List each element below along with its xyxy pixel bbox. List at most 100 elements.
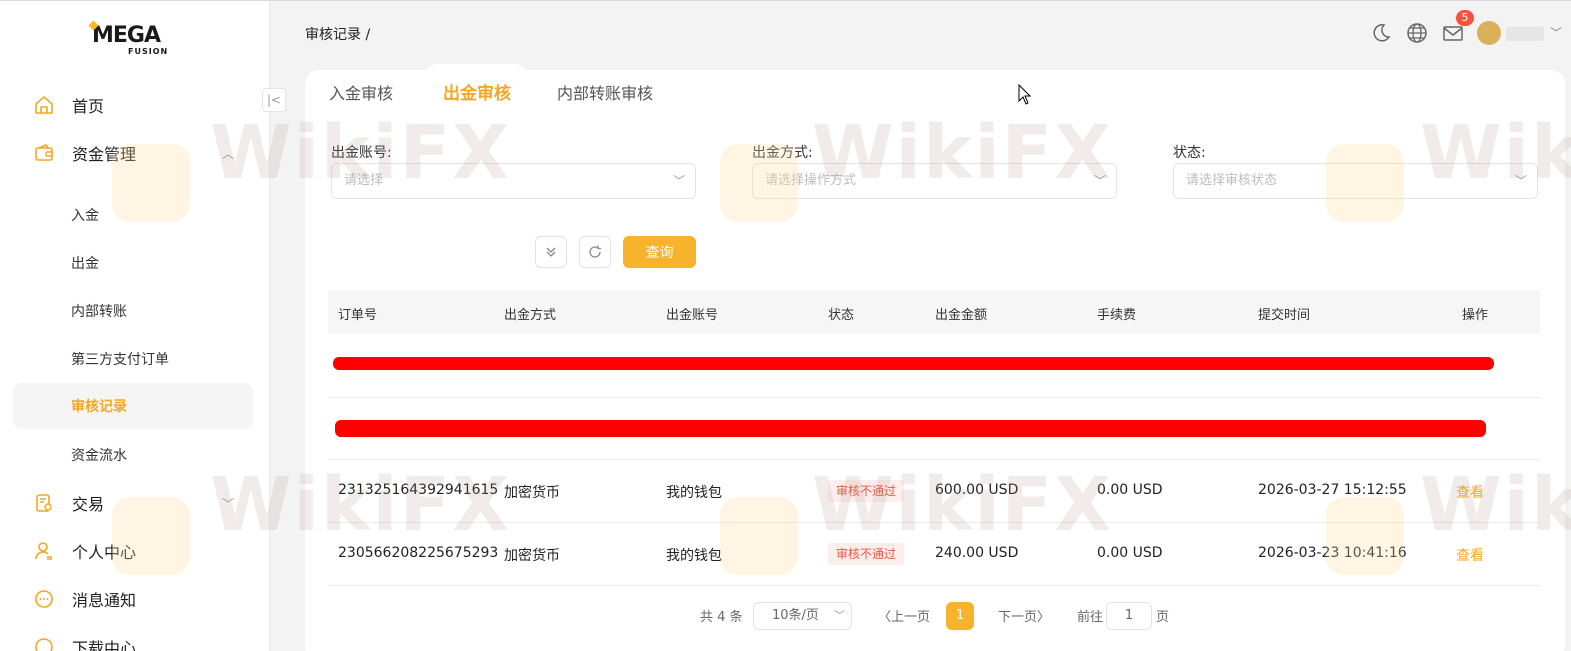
tab-withdraw-audit[interactable]: 出金审核 xyxy=(443,79,511,104)
nav-funds[interactable]: 资金管理 ︿ xyxy=(0,133,260,173)
logo: MEGA FUSION xyxy=(88,20,182,61)
nav-download-label: 下载中心 xyxy=(72,639,137,651)
account-label: 出金账号: xyxy=(331,145,392,161)
th-method: 出金方式 xyxy=(504,308,557,323)
chevron-up-icon: ︿ xyxy=(222,146,235,161)
chevron-down-icon: ﹀ xyxy=(834,609,845,622)
nav-home-label: 首页 xyxy=(72,97,105,116)
row-divider xyxy=(328,459,1540,460)
table-row-account: 我的钱包 xyxy=(666,485,722,501)
collapse-sidebar-button[interactable]: |< xyxy=(262,88,286,112)
method-label: 出金方式: xyxy=(752,145,813,161)
redacted-row xyxy=(335,420,1486,437)
table-row-time: 2026-03-23 10:41:16 xyxy=(1258,545,1407,561)
table-row-fee: 0.00 USD xyxy=(1097,545,1163,561)
page-1-button[interactable]: 1 xyxy=(946,602,974,630)
nav-messages-label: 消息通知 xyxy=(72,591,137,610)
table-row-method: 加密货币 xyxy=(504,548,560,564)
row-divider xyxy=(328,522,1540,523)
table-row-order: 231325164392941615 xyxy=(338,482,499,498)
logo-main: MEGA xyxy=(92,23,161,48)
nav-messages[interactable]: 消息通知 xyxy=(0,579,260,619)
th-time: 提交时间 xyxy=(1258,308,1311,323)
th-fee: 手续费 xyxy=(1097,308,1137,323)
table-row-amount: 600.00 USD xyxy=(935,482,1019,498)
status-placeholder: 请选择审核状态 xyxy=(1186,173,1278,188)
nav-home[interactable]: 首页 xyxy=(0,85,260,125)
tab-transfer-audit[interactable]: 内部转账审核 xyxy=(557,80,653,104)
sidebar-item-withdraw[interactable]: 出金 xyxy=(13,240,253,286)
view-link[interactable]: 查看 xyxy=(1456,545,1484,565)
table-row-amount: 240.00 USD xyxy=(935,545,1019,561)
next-page-button[interactable]: 下一页〉 xyxy=(998,606,1050,625)
status-select[interactable]: 请选择审核状态 ﹀ xyxy=(1173,163,1538,199)
avatar[interactable] xyxy=(1477,21,1501,45)
th-order: 订单号 xyxy=(338,308,378,323)
chevron-down-icon: ﹀ xyxy=(1093,174,1106,188)
status-badge: 审核不通过 xyxy=(828,480,905,502)
table-row-order: 230566208225675293 xyxy=(338,545,499,561)
pagination-total: 共 4 条 xyxy=(700,610,743,625)
page-unit-label: 页 xyxy=(1156,610,1170,625)
row-divider xyxy=(328,585,1540,586)
sidebar-item-third-party[interactable]: 第三方支付订单 xyxy=(13,336,253,382)
refresh-button[interactable] xyxy=(579,236,611,268)
prev-page-button[interactable]: 〈上一页 xyxy=(878,606,930,625)
method-select[interactable]: 请选择操作方式 ﹀ xyxy=(752,163,1117,199)
sidebar-item-audit[interactable]: 审核记录 xyxy=(13,383,253,429)
table-row-time: 2026-03-27 15:12:55 xyxy=(1258,482,1407,498)
row-divider xyxy=(328,397,1540,398)
status-label: 状态: xyxy=(1173,145,1206,161)
nav-trade[interactable]: 交易 ﹀ xyxy=(0,483,260,523)
trade-icon xyxy=(36,494,52,512)
home-icon xyxy=(35,96,53,114)
sidebar: MEGA FUSION 首页 资金管理 ︿ 入金 出金 内部转账 第三方支付订单… xyxy=(0,1,270,651)
status-badge: 审核不通过 xyxy=(828,543,905,565)
expand-filters-button[interactable] xyxy=(535,236,567,268)
refresh-icon xyxy=(589,245,601,258)
method-placeholder: 请选择操作方式 xyxy=(765,173,857,188)
page-size-select[interactable]: 10条/页 ﹀ xyxy=(753,602,852,630)
account-placeholder: 请选择 xyxy=(344,173,384,188)
username[interactable] xyxy=(1506,27,1544,41)
table-row-method: 加密货币 xyxy=(504,485,560,501)
goto-label: 前往 xyxy=(1077,610,1104,625)
nav-download[interactable]: 下载中心 xyxy=(0,627,260,651)
th-status: 状态 xyxy=(828,308,855,323)
message-icon xyxy=(35,590,53,608)
mail-badge: 5 xyxy=(1456,10,1474,26)
logo-sub: FUSION xyxy=(128,47,169,56)
nav-personal[interactable]: 个人中心 xyxy=(0,531,260,571)
nav-personal-label: 个人中心 xyxy=(72,543,137,562)
chevron-down-icon: ﹀ xyxy=(672,174,685,188)
nav-trade-label: 交易 xyxy=(72,495,105,514)
double-chevron-down-icon xyxy=(546,247,556,257)
chevron-down-icon: ﹀ xyxy=(1514,174,1527,188)
collapse-icon: |< xyxy=(266,93,282,107)
breadcrumb: 审核记录 / xyxy=(305,27,371,43)
sidebar-item-transfer[interactable]: 内部转账 xyxy=(13,288,253,334)
goto-page-input[interactable]: 1 xyxy=(1106,602,1152,630)
wallet-icon xyxy=(35,144,53,161)
page-size-value: 10条/页 xyxy=(772,608,819,623)
sidebar-item-deposit[interactable]: 入金 xyxy=(13,192,253,238)
nav-funds-label: 资金管理 xyxy=(72,145,137,164)
download-icon xyxy=(35,638,53,651)
redacted-row xyxy=(333,357,1494,370)
th-account: 出金账号 xyxy=(666,308,719,323)
th-action: 操作 xyxy=(1462,308,1489,323)
globe-icon[interactable] xyxy=(1406,22,1428,44)
mouse-cursor-icon xyxy=(1018,84,1032,105)
th-amount: 出金金额 xyxy=(935,308,988,323)
account-select[interactable]: 请选择 ﹀ xyxy=(331,163,696,199)
tab-deposit-audit[interactable]: 入金审核 xyxy=(329,80,393,104)
user-icon xyxy=(35,542,52,560)
sidebar-item-flow[interactable]: 资金流水 xyxy=(13,432,253,478)
table-row-account: 我的钱包 xyxy=(666,548,722,564)
chevron-down-icon[interactable]: ﹀ xyxy=(1550,24,1562,41)
moon-icon[interactable] xyxy=(1370,22,1392,44)
table-row-fee: 0.00 USD xyxy=(1097,482,1163,498)
chevron-down-icon: ﹀ xyxy=(222,496,235,511)
view-link[interactable]: 查看 xyxy=(1456,482,1484,502)
query-button[interactable]: 查询 xyxy=(623,236,696,268)
